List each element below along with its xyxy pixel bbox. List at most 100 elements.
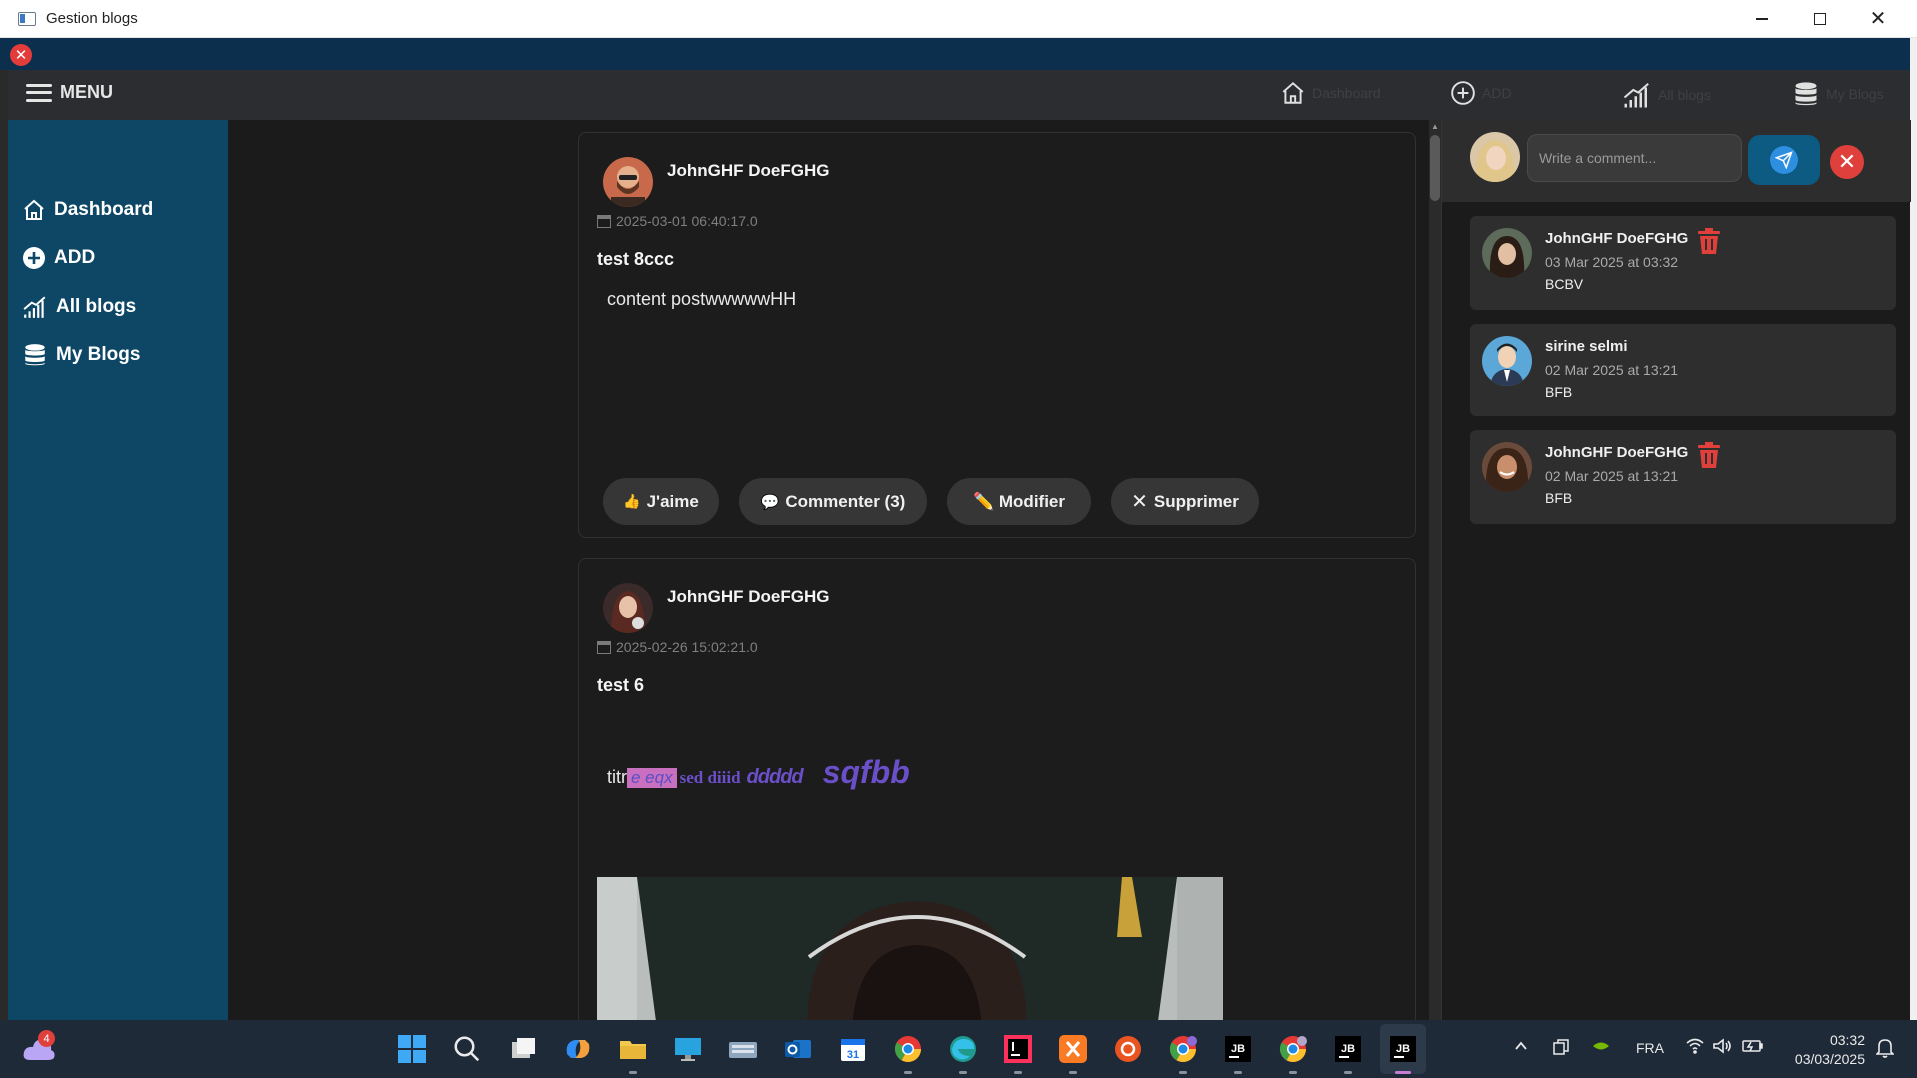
battery-tray-button[interactable] bbox=[1742, 1039, 1764, 1056]
avatar bbox=[603, 157, 653, 207]
nav-add-button[interactable]: ADD bbox=[1450, 80, 1512, 106]
copilot-button[interactable] bbox=[563, 1034, 593, 1064]
task-view-button[interactable] bbox=[508, 1034, 538, 1064]
rich-highlight-text: e eqx bbox=[627, 768, 677, 788]
intellij-button[interactable] bbox=[1003, 1034, 1033, 1064]
speech-bubble-icon: 💬 bbox=[760, 493, 780, 511]
bell-icon bbox=[1875, 1039, 1895, 1058]
post-author: JohnGHF DoeFGHG bbox=[667, 587, 830, 606]
rich-serif-text: sed diiid bbox=[679, 768, 741, 787]
edit-button[interactable]: ✏️ Modifier bbox=[947, 478, 1091, 525]
language-indicator[interactable]: FRA bbox=[1636, 1040, 1664, 1056]
desktop-app-button[interactable] bbox=[673, 1034, 703, 1064]
nav-home-button[interactable]: Dashboard bbox=[1280, 80, 1381, 106]
display-tray-button[interactable] bbox=[1552, 1038, 1570, 1059]
calendar-app-button[interactable]: 31 bbox=[838, 1034, 868, 1064]
sidebar-item-myblogs[interactable]: My Blogs bbox=[22, 342, 140, 368]
xampp-button[interactable] bbox=[1058, 1034, 1088, 1064]
running-indicator bbox=[629, 1071, 637, 1074]
maximize-button[interactable] bbox=[1791, 0, 1849, 38]
volume-tray-button[interactable] bbox=[1712, 1038, 1732, 1057]
chrome-icon bbox=[1169, 1036, 1197, 1063]
ubuntu-icon bbox=[1115, 1036, 1141, 1062]
nav-allblogs-label: All blogs bbox=[1658, 87, 1711, 103]
sidebar-item-add[interactable]: ADD bbox=[22, 246, 95, 270]
sidebar-item-label: My Blogs bbox=[56, 344, 141, 365]
nvidia-tray-button[interactable] bbox=[1592, 1039, 1610, 1056]
window-title: Gestion blogs bbox=[46, 10, 138, 27]
start-button[interactable] bbox=[397, 1034, 427, 1064]
feed-scrollbar[interactable] bbox=[1429, 120, 1441, 1020]
nav-myblogs-button[interactable]: My Blogs bbox=[1792, 80, 1884, 108]
copilot-icon bbox=[566, 1040, 590, 1058]
top-strip: ✕ bbox=[0, 38, 1910, 70]
battery-icon bbox=[1742, 1040, 1763, 1052]
delete-comment-button[interactable] bbox=[1698, 442, 1720, 473]
outlook-button[interactable] bbox=[783, 1034, 813, 1064]
jetbrains3-button[interactable]: JB bbox=[1388, 1034, 1418, 1064]
calendar-icon: 31 bbox=[841, 1039, 865, 1061]
jetbrains-button[interactable]: JB bbox=[1223, 1034, 1253, 1064]
scroll-up-arrow-icon[interactable]: ▲ bbox=[1430, 122, 1440, 132]
keyboard-icon bbox=[729, 1042, 757, 1058]
nav-home-label: Dashboard bbox=[1312, 85, 1381, 101]
chrome-button[interactable] bbox=[893, 1034, 923, 1064]
window-titlebar: Gestion blogs ✕ bbox=[0, 0, 1917, 38]
post-date-text: 2025-02-26 15:02:21.0 bbox=[616, 639, 758, 655]
search-icon bbox=[454, 1036, 480, 1062]
comment-card: JohnGHF DoeFGHG 02 Mar 2025 at 13:21 BFB bbox=[1470, 430, 1896, 524]
post-card: JohnGHF DoeFGHG 2025-02-26 15:02:21.0 te… bbox=[578, 558, 1416, 1029]
add-circle-icon bbox=[23, 247, 45, 269]
post-title: test 8ccc bbox=[597, 249, 675, 269]
app-icon bbox=[18, 11, 36, 26]
sidebar: Dashboard ADD All blogs My Blogs bbox=[8, 120, 228, 1020]
delete-comment-button[interactable] bbox=[1698, 228, 1720, 259]
running-indicator bbox=[904, 1071, 912, 1074]
close-comments-button[interactable]: ✕ bbox=[1830, 145, 1864, 179]
edge-icon bbox=[950, 1036, 976, 1062]
avatar bbox=[1482, 442, 1532, 492]
monitor-icon bbox=[675, 1038, 701, 1061]
nav-allblogs-button[interactable]: All blogs bbox=[1622, 80, 1711, 110]
chrome-icon bbox=[1279, 1036, 1307, 1063]
like-label: J'aime bbox=[646, 491, 699, 511]
system-clock[interactable]: 03:32 03/03/2025 bbox=[1785, 1031, 1865, 1069]
keyboard-app-button[interactable] bbox=[728, 1034, 758, 1064]
calendar-icon bbox=[597, 640, 611, 654]
chrome-profile-button[interactable] bbox=[1168, 1034, 1198, 1064]
chrome-icon bbox=[894, 1036, 922, 1063]
app-close-button[interactable]: ✕ bbox=[10, 44, 32, 66]
menu-button[interactable]: MENU bbox=[26, 82, 113, 103]
chrome-profile2-button[interactable] bbox=[1278, 1034, 1308, 1064]
minimize-button[interactable] bbox=[1733, 0, 1791, 38]
send-comment-button[interactable] bbox=[1748, 135, 1820, 185]
avatar bbox=[603, 583, 653, 633]
chart-icon bbox=[23, 296, 46, 318]
edge-button[interactable] bbox=[948, 1034, 978, 1064]
edit-label: ✏️ Modifier bbox=[973, 491, 1065, 511]
ubuntu-button[interactable] bbox=[1113, 1034, 1143, 1064]
jetbrains2-button[interactable]: JB bbox=[1333, 1034, 1363, 1064]
comments-panel: Write a comment... ✕ JohnGHF DoeFGHG 03 … bbox=[1441, 120, 1911, 1020]
delete-label: Supprimer bbox=[1153, 491, 1239, 511]
comment-input[interactable]: Write a comment... bbox=[1527, 134, 1742, 182]
running-indicator bbox=[1014, 1071, 1022, 1074]
comment-button[interactable]: 💬 Commenter (3) bbox=[739, 478, 927, 525]
comment-composer: Write a comment... ✕ bbox=[1442, 120, 1911, 202]
sidebar-item-allblogs[interactable]: All blogs bbox=[22, 294, 136, 320]
database-icon bbox=[25, 344, 45, 366]
file-explorer-button[interactable] bbox=[618, 1034, 648, 1064]
sidebar-item-dashboard[interactable]: Dashboard bbox=[22, 198, 153, 222]
weather-widget[interactable]: 4 bbox=[22, 1030, 56, 1069]
comment-label: Commenter (3) bbox=[785, 491, 906, 511]
wifi-tray-button[interactable] bbox=[1686, 1038, 1704, 1057]
window-close-button[interactable]: ✕ bbox=[1849, 0, 1907, 38]
like-button[interactable]: 👍 J'aime bbox=[603, 478, 719, 525]
show-hidden-icons-button[interactable] bbox=[1513, 1038, 1529, 1057]
active-indicator bbox=[1395, 1071, 1411, 1074]
delete-button[interactable]: ✕ Supprimer bbox=[1111, 478, 1259, 525]
scrollbar-thumb[interactable] bbox=[1430, 135, 1440, 201]
comment-date: 03 Mar 2025 at 03:32 bbox=[1545, 254, 1679, 270]
search-button[interactable] bbox=[452, 1034, 482, 1064]
notifications-button[interactable] bbox=[1875, 1038, 1895, 1061]
